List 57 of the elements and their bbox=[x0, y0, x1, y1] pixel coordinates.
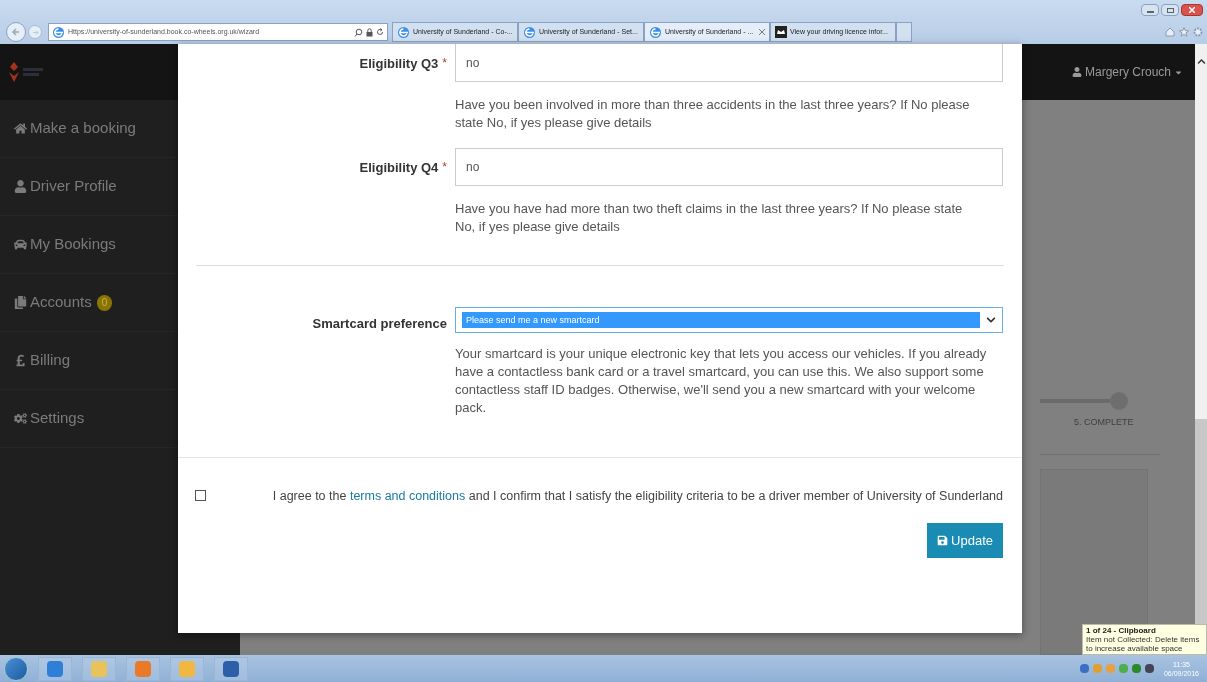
text-field[interactable]: no bbox=[455, 44, 1003, 82]
forward-arrow-icon bbox=[31, 28, 39, 36]
home-icon bbox=[14, 122, 27, 135]
crown-icon bbox=[775, 26, 787, 38]
close-button[interactable] bbox=[1181, 4, 1203, 16]
restore-button[interactable] bbox=[1161, 4, 1179, 16]
refresh-icon[interactable] bbox=[376, 28, 384, 36]
notification-text: Item not Collected: Delete items bbox=[1086, 635, 1201, 644]
agreement-text: I agree to the terms and conditions and I confirm that I satisfy the eligibility criteria to be a driver member of University of Sunderland bbox=[271, 488, 1003, 505]
user-menu[interactable]: Margery Crouch bbox=[1071, 63, 1183, 81]
user-icon bbox=[1071, 67, 1082, 77]
taskbar-app-icon[interactable] bbox=[38, 656, 72, 681]
logo-icon bbox=[6, 61, 46, 83]
new-tab-button[interactable] bbox=[896, 22, 912, 42]
help-text: Have you been involved in more than three accidents in the last three years? If No please state No, if yes please give details bbox=[455, 96, 971, 132]
back-button[interactable] bbox=[6, 22, 26, 42]
browser-icon bbox=[397, 25, 410, 39]
close-icon bbox=[1189, 7, 1195, 13]
star-icon[interactable] bbox=[1179, 27, 1189, 37]
select-field[interactable]: Please send me a new smartcard bbox=[455, 307, 1003, 333]
taskbar-app-icon[interactable] bbox=[214, 656, 248, 681]
required-mark: * bbox=[442, 55, 447, 72]
browser-icon bbox=[523, 25, 536, 39]
lock-icon[interactable] bbox=[366, 27, 373, 37]
field-label: Smartcard preference bbox=[312, 315, 447, 333]
field-label: Eligibility Q3 bbox=[359, 55, 439, 73]
text-field[interactable]: no bbox=[455, 148, 1003, 186]
notification-text: to increase available space bbox=[1086, 644, 1184, 653]
scroll-up-icon[interactable] bbox=[1196, 57, 1206, 66]
save-icon bbox=[937, 535, 949, 546]
close-icon[interactable] bbox=[759, 29, 765, 35]
count-badge: 0 bbox=[96, 294, 113, 311]
documents-icon bbox=[14, 296, 27, 309]
car-icon bbox=[14, 238, 27, 251]
help-text: Your smartcard is your unique electronic key that lets you access our vehicles. If you already have a contactless bank card or a travel smartcard, you can use this. We also support some contactless staff ID badges. Otherwise, we'll send you a new smartcard with your welcome pack. bbox=[455, 345, 988, 417]
notification-title: 1 of 24 - Clipboard bbox=[1086, 626, 1157, 635]
agree-checkbox[interactable] bbox=[195, 490, 206, 501]
home-icon[interactable] bbox=[1165, 27, 1175, 37]
update-button[interactable]: Update bbox=[927, 523, 1003, 558]
back-arrow-icon bbox=[11, 27, 21, 37]
browser-icon bbox=[52, 25, 65, 39]
search-icon[interactable] bbox=[354, 27, 363, 37]
terms-link[interactable]: terms and conditions bbox=[349, 489, 466, 503]
settings-icon[interactable] bbox=[1193, 27, 1203, 37]
forward-button[interactable] bbox=[28, 25, 42, 39]
start-button[interactable] bbox=[4, 656, 28, 681]
user-icon bbox=[14, 180, 27, 193]
help-text: Have you have had more than two theft claims in the last three years? If No please state No, if yes please give details bbox=[455, 200, 964, 236]
browser-icon bbox=[649, 25, 662, 39]
pound-icon bbox=[14, 354, 27, 367]
chevron-icon bbox=[986, 315, 996, 325]
minimize-button[interactable] bbox=[1141, 4, 1159, 16]
step-label: 5. COMPLETE bbox=[1074, 416, 1135, 429]
gears-icon bbox=[14, 412, 27, 425]
required-mark: * bbox=[442, 159, 447, 176]
taskbar-app-icon[interactable] bbox=[126, 656, 160, 681]
field-label: Eligibility Q4 bbox=[359, 159, 439, 177]
